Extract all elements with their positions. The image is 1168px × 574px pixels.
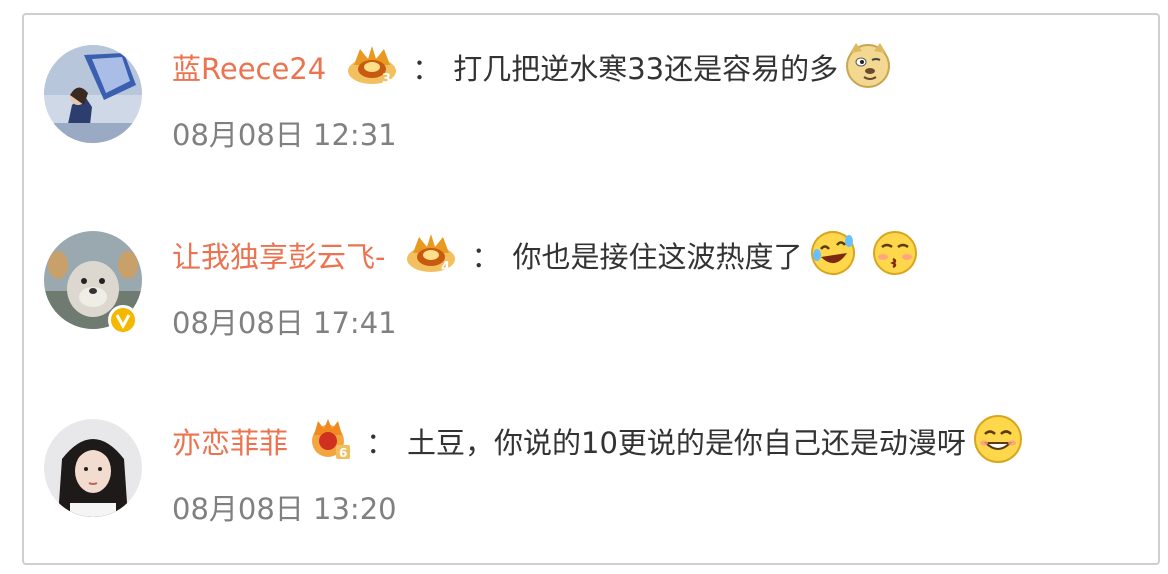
kiss-emoji-icon bbox=[871, 229, 919, 281]
svg-text:3: 3 bbox=[382, 72, 391, 87]
avatar[interactable] bbox=[44, 419, 142, 517]
laugh-cry-emoji-icon bbox=[809, 229, 857, 281]
username[interactable]: 蓝Reece24 bbox=[172, 46, 326, 88]
timestamp: 08月08日 17:41 bbox=[172, 306, 397, 340]
timestamp: 08月08日 12:31 bbox=[172, 118, 397, 152]
svg-text:6: 6 bbox=[339, 446, 347, 460]
comment-item: 亦恋菲菲 6 ： 土豆，你说的10更说的是你自己还是动漫呀 08月08日 13:… bbox=[24, 389, 1158, 529]
svg-text:4: 4 bbox=[441, 260, 450, 275]
separator: ： bbox=[471, 240, 501, 274]
separator: ： bbox=[412, 52, 442, 86]
comment-text: 你也是接住这波热度了 bbox=[512, 240, 803, 274]
level-crown-icon: 6 bbox=[308, 417, 352, 465]
comment-item: 蓝Reece24 3 ： 打几把逆水寒33还是容易的多 08月08日 12:31 bbox=[24, 15, 1158, 155]
comment-item: 让我独享彭云飞- 4 ： 你也是接住这波热度了 08月08日 17:41 bbox=[24, 203, 1158, 343]
level-crown-icon: 3 bbox=[346, 43, 398, 91]
comment-header: 让我独享彭云飞- 4 ： 你也是接住这波热度了 bbox=[172, 231, 919, 279]
doge-emoji-icon bbox=[844, 41, 892, 93]
comment-header: 亦恋菲菲 6 ： 土豆，你说的10更说的是你自己还是动漫呀 bbox=[172, 415, 1024, 465]
comment-text: 打几把逆水寒33还是容易的多 bbox=[453, 52, 839, 86]
separator: ： bbox=[366, 426, 396, 460]
username[interactable]: 让我独享彭云飞- bbox=[172, 234, 385, 276]
verified-badge-icon bbox=[108, 305, 138, 335]
timestamp: 08月08日 13:20 bbox=[172, 492, 397, 526]
avatar[interactable] bbox=[44, 45, 142, 143]
grin-emoji-icon bbox=[972, 413, 1024, 469]
level-crown-icon: 4 bbox=[405, 231, 457, 279]
comment-panel: 蓝Reece24 3 ： 打几把逆水寒33还是容易的多 08月08日 12:31… bbox=[22, 13, 1160, 565]
comment-header: 蓝Reece24 3 ： 打几把逆水寒33还是容易的多 bbox=[172, 43, 892, 91]
username[interactable]: 亦恋菲菲 bbox=[172, 420, 288, 462]
comment-text: 土豆，你说的10更说的是你自己还是动漫呀 bbox=[407, 426, 966, 460]
